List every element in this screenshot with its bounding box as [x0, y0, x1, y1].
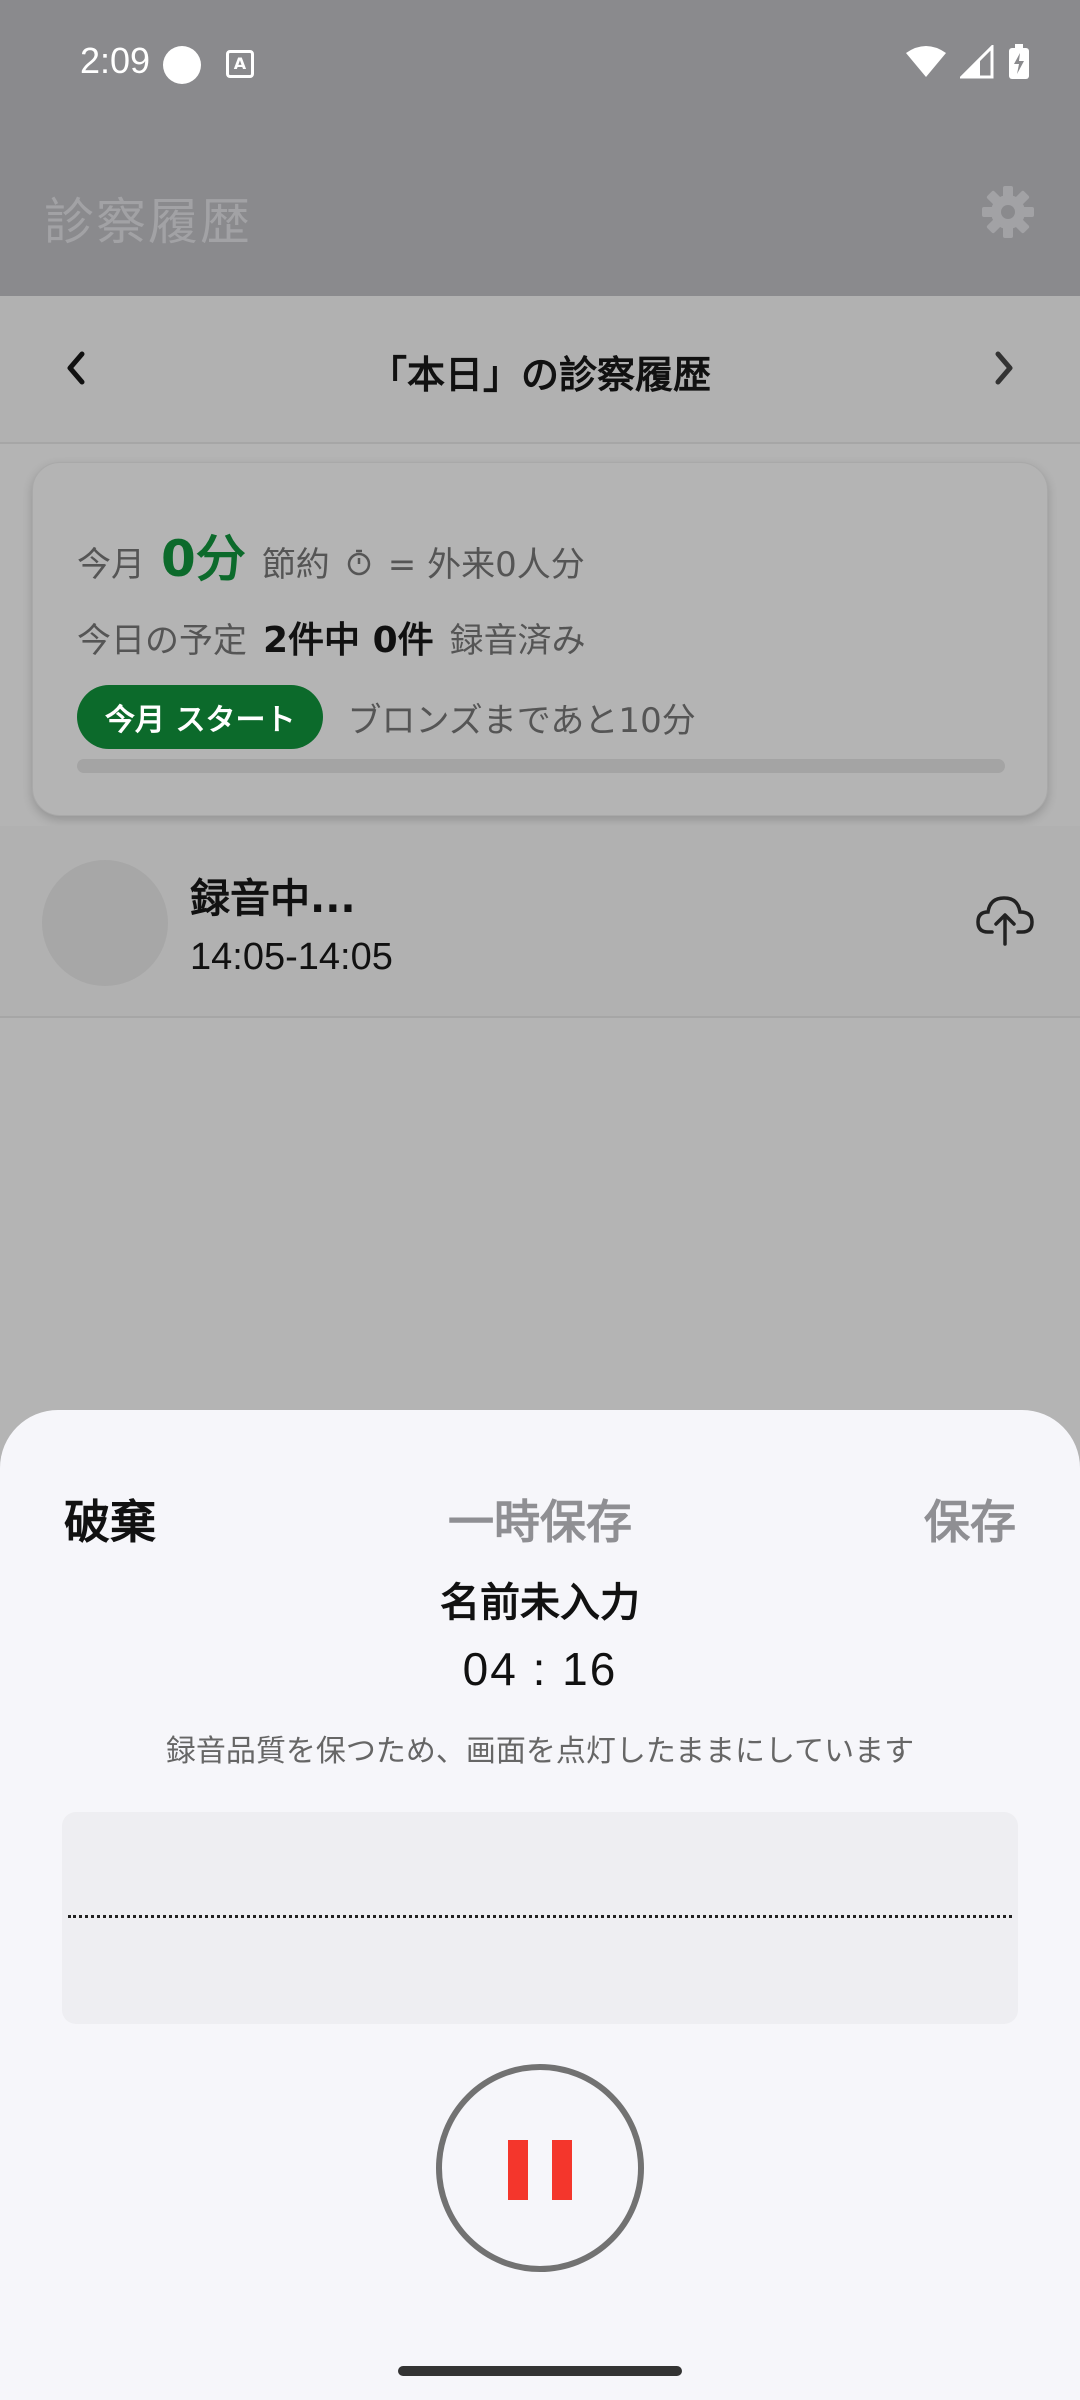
month-summary-row: 今月 0分 節約 = 外来0人分 — [77, 519, 585, 591]
saved-label: 節約 — [261, 545, 330, 585]
home-indicator[interactable] — [398, 2366, 682, 2376]
notification-dot-icon — [163, 46, 201, 84]
save-button[interactable]: 保存 — [924, 1486, 1016, 1552]
rank-row: 今月 スタート ブロンズまであと10分 — [77, 685, 696, 749]
battery-charging-icon — [1009, 44, 1029, 79]
timer-icon — [347, 549, 371, 576]
date-navigation: 「本日」の診察履歴 — [0, 296, 1080, 444]
status-icons — [906, 44, 1030, 80]
rank-progress-text: ブロンズまであと10分 — [347, 700, 696, 741]
screen-on-note: 録音品質を保つため、画面を点灯したままにしています — [165, 1734, 915, 1769]
record-time: 14:05-14:05 — [190, 936, 393, 978]
today-count: 2件中 0件 — [263, 620, 434, 661]
temp-save-button[interactable]: 一時保存 — [0, 1486, 1080, 1552]
cloud-upload-icon[interactable] — [976, 892, 1036, 948]
gear-icon[interactable] — [980, 184, 1036, 240]
today-label: 今日の予定 — [77, 621, 247, 661]
record-title: 録音中... — [190, 876, 356, 922]
recording-sheet: 破棄 一時保存 保存 名前未入力 04 : 16 録音品質を保つため、画面を点灯… — [0, 1410, 1080, 2400]
waveform-baseline — [68, 1915, 1012, 1918]
pause-button[interactable] — [436, 2064, 644, 2272]
date-title: 「本日」の診察履歴 — [368, 353, 711, 397]
month-minutes: 0分 — [161, 530, 246, 588]
saved-equivalent: = 外来0人分 — [387, 545, 585, 585]
avatar — [42, 860, 168, 986]
status-bar: 2:09 A — [0, 0, 1080, 128]
today-summary-row: 今日の予定 2件中 0件 録音済み — [77, 611, 586, 663]
summary-card: 今月 0分 節約 = 外来0人分 今日の予定 2件中 0件 録音済み 今月 スタ… — [32, 462, 1048, 816]
recording-timer: 04 : 16 — [462, 1643, 618, 1695]
recorded-label: 録音済み — [449, 621, 586, 661]
waveform — [62, 1812, 1018, 2024]
app-bar: 診察履歴 — [0, 128, 1080, 296]
pause-icon — [508, 2140, 528, 2200]
patient-name[interactable]: 名前未入力 — [0, 1570, 1080, 1628]
signal-icon — [960, 45, 994, 79]
page-title: 診察履歴 — [44, 193, 252, 251]
wifi-icon — [906, 46, 946, 77]
status-time: 2:09 — [80, 40, 151, 81]
list-item[interactable]: 録音中... 14:05-14:05 — [0, 826, 1080, 1018]
rank-badge: 今月 スタート — [77, 685, 324, 749]
month-label: 今月 — [77, 545, 145, 585]
keyboard-a-icon: A — [226, 50, 254, 78]
rank-progress-bar — [77, 759, 1005, 773]
pause-icon — [552, 2140, 572, 2200]
chevron-right-icon[interactable] — [984, 344, 1024, 392]
